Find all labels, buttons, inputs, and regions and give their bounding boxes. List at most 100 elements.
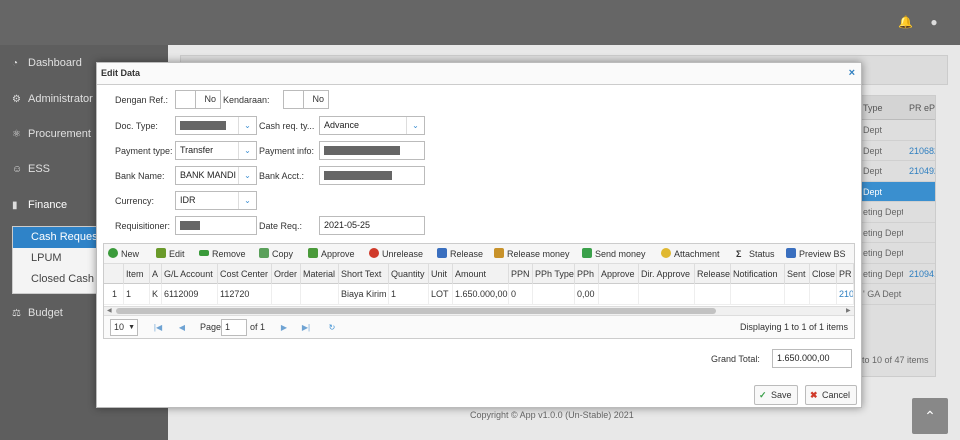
cash-req-type-combo[interactable]: Advance ⌄: [319, 116, 425, 135]
column-header-cost-center[interactable]: Cost Center: [218, 264, 272, 284]
cell-short-text: Biaya Kirim: [339, 284, 389, 305]
redacted-value: [180, 221, 200, 231]
column-header-sent[interactable]: Sent: [785, 264, 810, 284]
table-row[interactable]: 1 1 K 6112009 112720 Biaya Kirim 1 LOT 1…: [104, 284, 854, 305]
requisitioner-field[interactable]: [175, 216, 257, 235]
column-header-close[interactable]: Close: [810, 264, 837, 284]
date-req-field[interactable]: 2021-05-25: [319, 216, 425, 235]
chevron-down-icon[interactable]: ⌄: [238, 192, 256, 209]
grand-total-field[interactable]: 1.650.000,00: [772, 349, 852, 368]
cancel-button[interactable]: ✖ Cancel: [805, 385, 857, 405]
last-page-icon[interactable]: ▶|: [300, 320, 312, 335]
cell-release: [695, 284, 731, 305]
column-header-quantity[interactable]: Quantity: [389, 264, 429, 284]
modal-title: Edit Data: [101, 68, 141, 78]
refresh-icon[interactable]: ↻: [326, 320, 338, 335]
requisitioner-label: Requisitioner:: [115, 221, 171, 231]
table-row[interactable]: Dept210492: [857, 161, 935, 182]
date-req-label: Date Req.:: [259, 221, 303, 231]
new-button[interactable]: New: [108, 244, 139, 264]
release-button[interactable]: Release: [437, 244, 483, 264]
column-header-unit[interactable]: Unit: [429, 264, 453, 284]
kendaraan-toggle[interactable]: No: [283, 90, 329, 109]
approve-button[interactable]: Approve: [308, 244, 355, 264]
table-row[interactable]: eting Dept: [857, 202, 935, 223]
scrollbar-thumb[interactable]: [116, 308, 716, 314]
table-row[interactable]: eting Dept: [857, 223, 935, 243]
scroll-top-button[interactable]: ⌃: [912, 398, 948, 434]
bank-acct-field[interactable]: [319, 166, 425, 185]
pencil-icon: [156, 248, 166, 258]
doc-type-label: Doc. Type:: [115, 121, 158, 131]
cell-item: 1: [124, 284, 150, 305]
scroll-left-arrow-icon[interactable]: ◀: [107, 307, 112, 315]
column-header-dir-approve[interactable]: Dir. Approve: [639, 264, 695, 284]
column-header-pph-type[interactable]: PPh Type: [533, 264, 575, 284]
dengan-ref-toggle[interactable]: No: [175, 90, 221, 109]
column-header-order[interactable]: Order: [272, 264, 301, 284]
column-header-pr-epr[interactable]: PR eP: [837, 264, 854, 284]
page-size-select[interactable]: 10 ▼: [110, 319, 138, 336]
chevron-down-icon[interactable]: ⌄: [238, 167, 256, 184]
column-header-ppn[interactable]: PPN: [509, 264, 533, 284]
cell-approve: [599, 284, 639, 305]
grid-pager: 10 ▼ |◀ ◀ Page 1 of 1 ▶ ▶| ↻ Displaying 1…: [104, 315, 854, 338]
scale-icon: ⚖: [12, 308, 21, 319]
dengan-ref-label: Dengan Ref.:: [115, 95, 169, 105]
horizontal-scrollbar[interactable]: ◀ ▶: [104, 306, 854, 315]
doc-type-combo[interactable]: ⌄: [175, 116, 257, 135]
column-header-approve[interactable]: Approve: [599, 264, 639, 284]
column-header-a[interactable]: A: [150, 264, 162, 284]
column-header-amount[interactable]: Amount: [453, 264, 509, 284]
plus-icon: [108, 248, 118, 258]
prev-page-icon[interactable]: ◀: [176, 320, 188, 335]
scroll-right-arrow-icon[interactable]: ▶: [846, 307, 851, 315]
attachment-button[interactable]: Attachment: [661, 244, 720, 264]
table-row[interactable]: eting Dept210941: [857, 264, 935, 284]
page-number-input[interactable]: 1: [221, 319, 247, 336]
chevron-down-icon[interactable]: ⌄: [238, 117, 256, 134]
column-header-material[interactable]: Material: [301, 264, 339, 284]
release-money-button[interactable]: Release money: [494, 244, 570, 264]
remove-button[interactable]: Remove: [199, 244, 246, 264]
column-header-short-text[interactable]: Short Text: [339, 264, 389, 284]
column-header-gl-account[interactable]: G/L Account: [162, 264, 218, 284]
payment-type-combo[interactable]: Transfer ⌄: [175, 141, 257, 160]
close-icon[interactable]: ×: [849, 67, 855, 79]
procurement-icon: ⚛: [12, 129, 21, 140]
preview-bs-button[interactable]: Preview BS: [786, 244, 846, 264]
cell-gl-account: 6112009: [162, 284, 218, 305]
table-row-selected[interactable]: Dept: [857, 181, 935, 202]
currency-label: Currency:: [115, 196, 155, 206]
status-button[interactable]: Σ Status: [736, 244, 775, 264]
first-page-icon[interactable]: |◀: [152, 320, 164, 335]
page-label: Page: [200, 322, 222, 332]
table-row[interactable]: ' GA Dept: [857, 284, 935, 305]
user-account-icon[interactable]: ●: [927, 15, 941, 29]
table-row[interactable]: Dept: [857, 120, 935, 141]
next-page-icon[interactable]: ▶: [278, 320, 290, 335]
column-header-item[interactable]: Item: [124, 264, 150, 284]
payment-info-label: Payment info:: [259, 146, 315, 156]
row-number: 1: [104, 284, 124, 305]
bell-icon[interactable]: 🔔: [898, 15, 913, 29]
bank-name-label: Bank Name:: [115, 171, 165, 181]
edit-button[interactable]: Edit: [156, 244, 185, 264]
send-money-button[interactable]: Send money: [582, 244, 646, 264]
cell-material: [301, 284, 339, 305]
copy-button[interactable]: Copy: [259, 244, 293, 264]
column-header-notification[interactable]: Notification: [731, 264, 785, 284]
column-header-pph[interactable]: PPh: [575, 264, 599, 284]
chevron-down-icon[interactable]: ⌄: [406, 117, 424, 134]
table-row[interactable]: Dept210682: [857, 141, 935, 161]
save-button[interactable]: ✓ Save: [754, 385, 798, 405]
column-header-release[interactable]: Release: [695, 264, 731, 284]
chevron-down-icon[interactable]: ⌄: [238, 142, 256, 159]
payment-info-field[interactable]: [319, 141, 425, 160]
bank-name-combo[interactable]: BANK MANDI ⌄: [175, 166, 257, 185]
table-row[interactable]: eting Dept: [857, 243, 935, 264]
cell-pr-epr-link[interactable]: 2104: [837, 284, 854, 305]
cell-sent: [785, 284, 810, 305]
currency-combo[interactable]: IDR ⌄: [175, 191, 257, 210]
unrelease-button[interactable]: Unrelease: [369, 244, 423, 264]
